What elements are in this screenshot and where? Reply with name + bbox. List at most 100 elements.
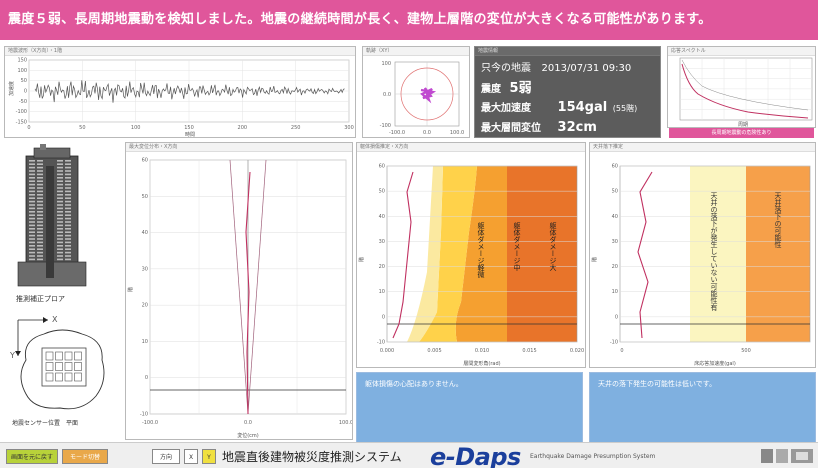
- damage-message: 躯体損傷の心配はありません。: [356, 372, 583, 449]
- waveform-xtick: 200: [238, 125, 248, 131]
- displacement-xtick: 0.0: [244, 420, 252, 426]
- building-area: 推測補正プロア X Y 地震センサー位置 平面: [4, 142, 122, 440]
- waveform-xtick: 0: [27, 125, 30, 131]
- orbit-xtick: 0.0: [423, 130, 431, 136]
- spectrum-panel: 応答スペクトル 周期: [667, 46, 816, 128]
- floor-plan-axis-y: Y: [9, 351, 15, 360]
- info-intensity-row: 震度 5弱: [481, 77, 532, 96]
- info-time-row: 只今の地震 2013/07/31 09:30: [481, 59, 631, 74]
- info-intensity-value: 5弱: [509, 81, 532, 96]
- displacement-ytick: 20: [142, 303, 148, 309]
- damage-ytick: 40: [379, 214, 385, 220]
- damage-xtick: 0.015: [522, 348, 536, 354]
- floor-plan-label: 地震センサー位置 平面: [12, 420, 79, 427]
- building-label: 推測補正プロア: [16, 295, 65, 303]
- floor-plan: X Y: [9, 315, 105, 410]
- damage-zone-small-label: 躯体ダメージ軽微: [477, 221, 485, 279]
- ceiling-zone-low: [690, 166, 746, 342]
- displacement-envelope-right: [247, 159, 267, 415]
- ceiling-panel: 天井落下推定 天井の落下が発生していない可能性有 天井落下の可能性 60 50 40…: [589, 142, 816, 368]
- ceiling-title: 天井落下推定: [590, 143, 815, 152]
- direction-x-button[interactable]: X: [184, 449, 198, 464]
- displacement-ytick: 60: [142, 158, 148, 164]
- damage-ytick: -10: [377, 340, 385, 346]
- displacement-ytick: -10: [140, 412, 148, 418]
- damage-xlabel: 層間変形角(rad): [463, 360, 500, 367]
- ceiling-xtick: 0: [620, 348, 623, 354]
- waveform-ylabel: 加速度: [8, 81, 15, 96]
- ceiling-ytick: 0: [615, 314, 618, 320]
- damage-xtick: 0.000: [380, 348, 394, 354]
- direction-button[interactable]: 方向: [152, 449, 180, 464]
- waveform-ytick: 0: [24, 89, 27, 95]
- info-intensity-label: 震度: [481, 84, 501, 95]
- warning-banner: 震度５弱、長周期地震動を検知しました。地震の継続時間が長く、建物上層階の変位が大…: [0, 0, 818, 40]
- damage-ytick: 50: [379, 189, 385, 195]
- displacement-xtick: 100.0: [339, 420, 352, 426]
- floor-plan-axis-x: X: [52, 315, 58, 324]
- ceiling-ytick: 40: [612, 214, 618, 220]
- info-disp-label: 最大層間変位: [481, 123, 541, 134]
- displacement-ytick: 30: [142, 266, 148, 272]
- info-disp-row: 最大層間変位 32cm: [481, 119, 597, 135]
- orbit-ytick: 0.0: [383, 92, 391, 98]
- displacement-xlabel: 変位(cm): [237, 432, 259, 439]
- orbit-ytick: 100: [381, 61, 391, 67]
- waveform-ytick: -50: [19, 99, 27, 105]
- waveform-chart: 150100500-50-100-150 0 50 100 150 200 250 300 …: [8, 58, 354, 138]
- waveform-xtick: 300: [344, 125, 354, 131]
- ceiling-xtick: 500: [741, 348, 751, 354]
- damage-xtick: 0.010: [475, 348, 489, 354]
- damage-ytick: 20: [379, 264, 385, 270]
- waveform-panel: 地震波形（X方向）・1階 150 100 50 0 -50 -100 -150 0 50 100…: [4, 46, 356, 138]
- damage-chart: 躯体ダメージ軽微 躯体ダメージ中 躯体ダメージ大 60 50 40 30 20 10 0 -1…: [358, 164, 584, 368]
- damage-panel: 躯体損傷推定・X方向 躯体ダメージ軽微 躯体ダメージ中 躯体ダメージ大 60 50…: [356, 142, 586, 368]
- mode-switch-button[interactable]: モード切替: [62, 449, 108, 464]
- spectrum-chart: 周期: [679, 57, 813, 127]
- damage-title: 躯体損傷推定・X方向: [357, 143, 585, 152]
- waveform-xtick: 150: [184, 125, 194, 131]
- orbit-chart: 100 0.0 -100 -100.0 0.0 100.0: [380, 61, 465, 136]
- direction-y-button[interactable]: Y: [202, 449, 216, 464]
- displacement-ylabel: 階: [127, 287, 134, 292]
- orbit-xtick: -100.0: [389, 130, 405, 136]
- orbit-panel: 軌跡（XY） 100 0.0 -100 -100.0 0.0 100.0: [362, 46, 470, 138]
- ceiling-zone-low-label: 天井の落下が発生していない可能性有: [710, 192, 718, 312]
- footer-bar: 画面を元に戻す モード切替 方向 X Y 地震直後建物被災度推測システム e-D…: [0, 442, 818, 468]
- orbit-ytick: -100: [380, 123, 391, 129]
- reset-screen-button[interactable]: 画面を元に戻す: [6, 449, 58, 464]
- displacement-xtick: -100.0: [142, 420, 158, 426]
- waveform-xtick: 250: [291, 125, 301, 131]
- building-illustration: [17, 144, 87, 287]
- damage-ytick: 0: [382, 314, 385, 320]
- ceiling-zone-high-label: 天井落下の可能性: [774, 192, 782, 249]
- ceiling-ytick: 20: [612, 264, 618, 270]
- displacement-ytick: 10: [142, 339, 148, 345]
- damage-xtick: 0.020: [570, 348, 584, 354]
- damage-zone-medium-label: 躯体ダメージ中: [513, 221, 521, 272]
- info-time-value: 2013/07/31 09:30: [541, 63, 632, 74]
- edaps-logo: e-Daps: [430, 443, 521, 468]
- spectrum-footer-bar: 長周期地震動の危険性あり: [669, 128, 814, 138]
- ceiling-ylabel: 階: [591, 257, 598, 262]
- menu-grid-icon[interactable]: [760, 448, 790, 464]
- ceiling-ytick: -10: [610, 340, 618, 346]
- ceiling-message: 天井の落下発生の可能性は低いです。: [589, 372, 816, 449]
- damage-zone-large-label: 躯体ダメージ大: [549, 221, 557, 272]
- waveform-ytick: -100: [16, 109, 27, 115]
- waveform-ytick: -150: [16, 120, 27, 126]
- edaps-logo-subtitle: Earthquake Damage Presumption System: [530, 453, 656, 460]
- orbit-xtick: 100.0: [450, 130, 464, 136]
- displacement-ytick: 0: [145, 375, 148, 381]
- exit-icon[interactable]: [790, 448, 814, 464]
- waveform-ytick: 100: [17, 68, 27, 74]
- damage-curve: [392, 171, 414, 339]
- displacement-title: 最大変位分布・X方向: [126, 143, 352, 152]
- damage-ytick: 10: [379, 289, 385, 295]
- waveform-xlabel: 時間: [185, 132, 195, 138]
- displacement-chart: 60 50 40 30 20 10 0 -10 -100.0 0.0 100.0 階 変位(cm): [127, 158, 352, 440]
- earthquake-info-panel: 地震情報 只今の地震 2013/07/31 09:30 震度 5弱 最大加速度 …: [474, 46, 661, 138]
- waveform-xtick: 50: [79, 125, 85, 131]
- info-accel-note: (55階): [612, 104, 638, 113]
- ceiling-curve: [637, 171, 653, 339]
